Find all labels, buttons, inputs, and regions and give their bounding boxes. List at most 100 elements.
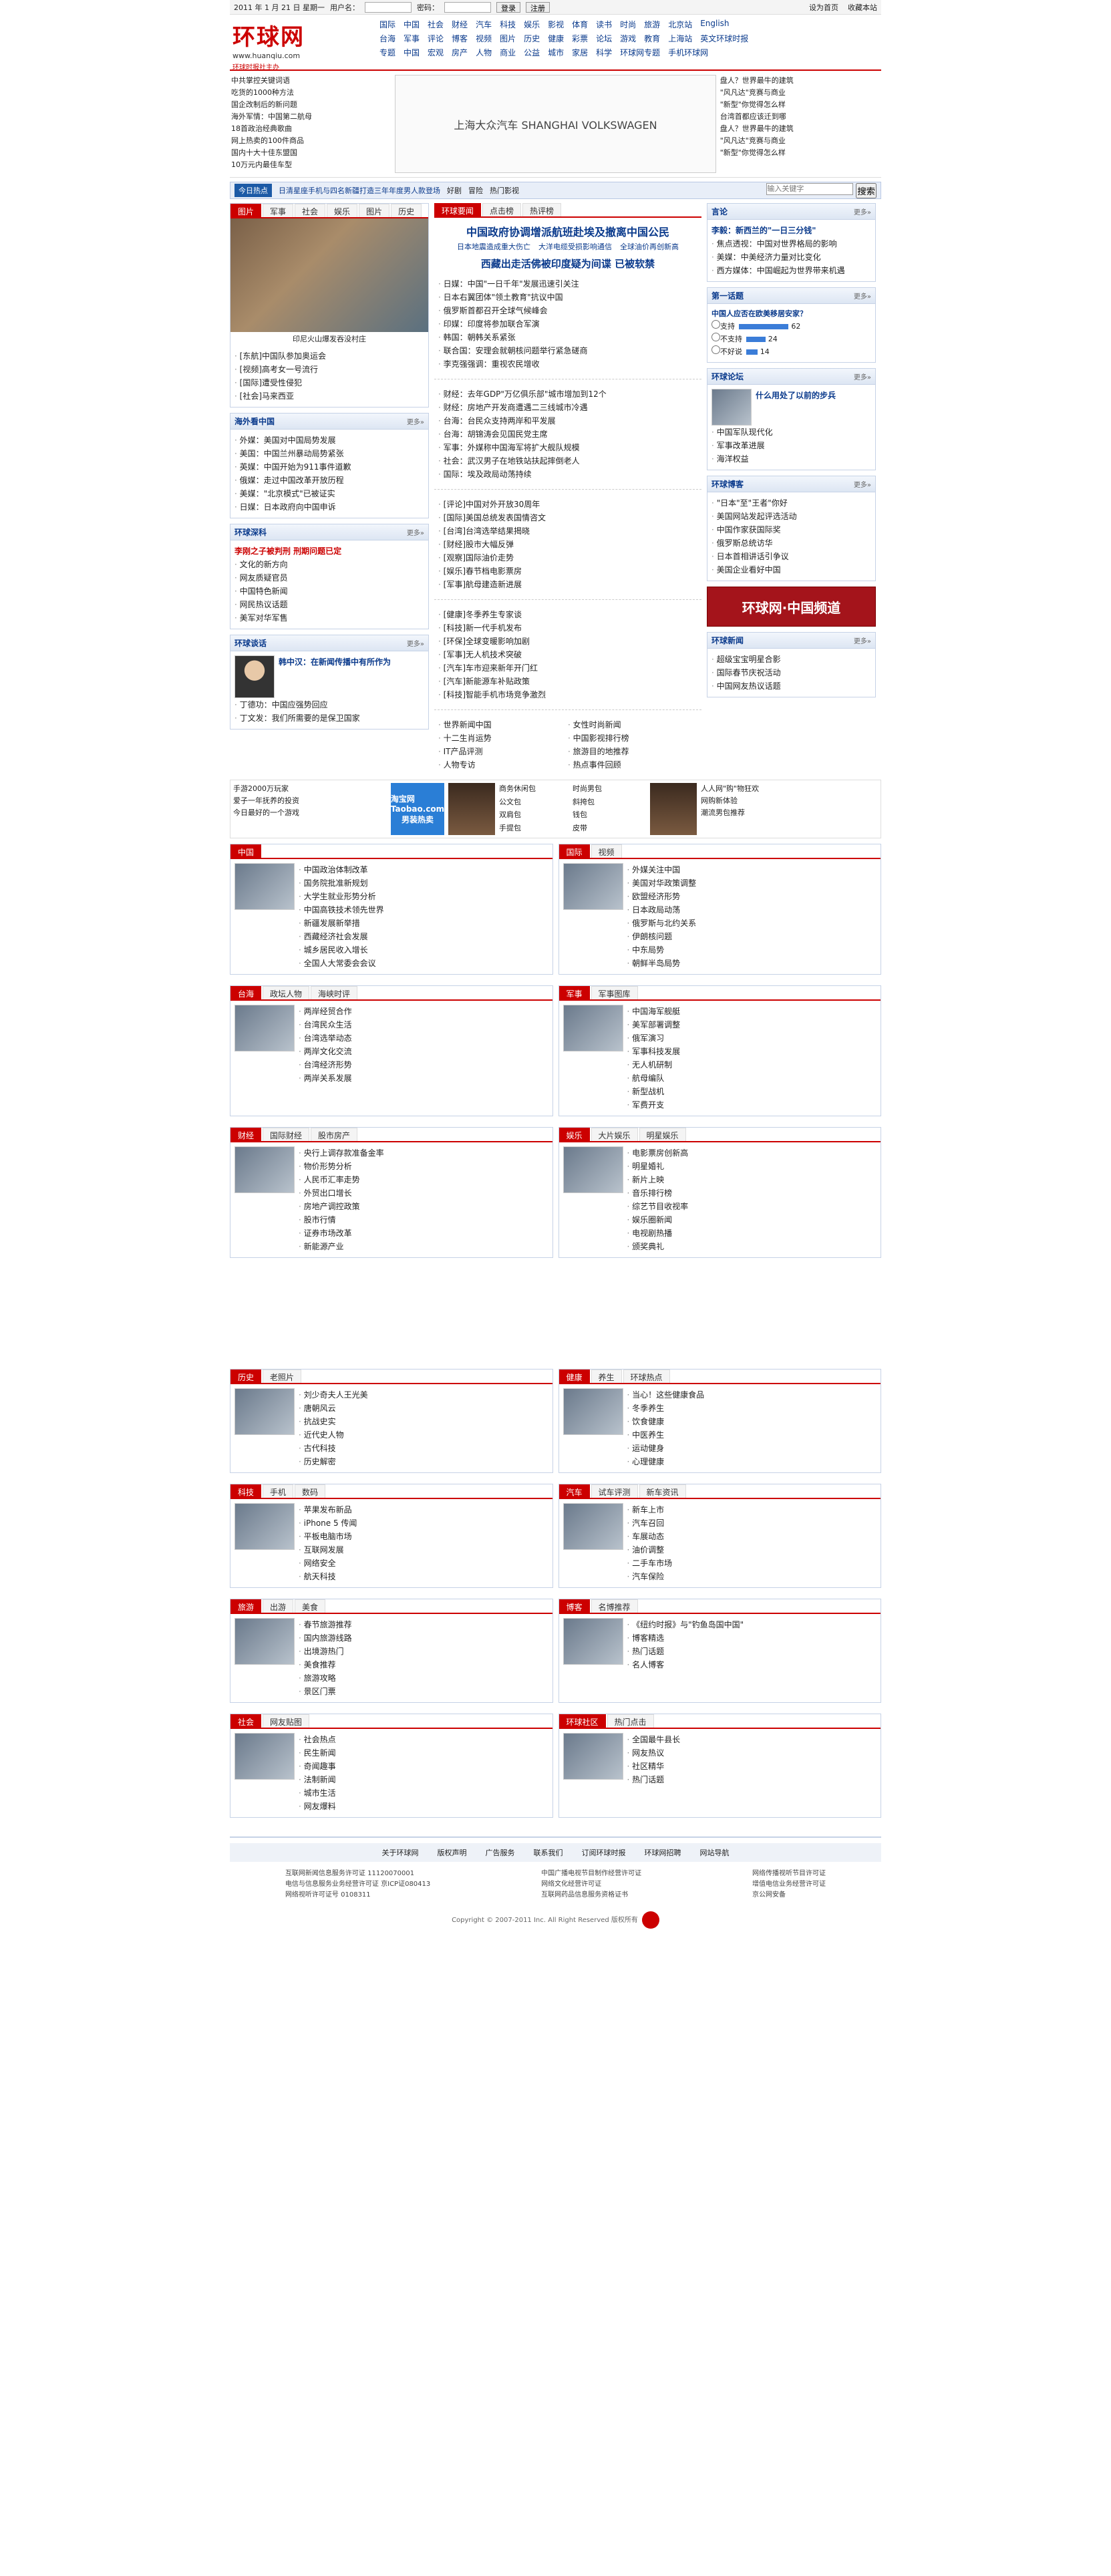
tab-item[interactable]: 股市房产 bbox=[311, 1128, 358, 1141]
nav-link[interactable]: 商业 bbox=[500, 47, 516, 58]
footer-nav-link[interactable]: 联系我们 bbox=[534, 1847, 563, 1858]
tab-item[interactable]: 军事 bbox=[559, 986, 590, 999]
nav-link[interactable]: 科技 bbox=[500, 19, 516, 30]
poll-radio[interactable] bbox=[711, 345, 720, 354]
news-item[interactable]: [环保]全球变暖影响加剧 bbox=[438, 635, 697, 648]
tab-item[interactable]: 名博推荐 bbox=[591, 1599, 638, 1613]
section-item[interactable]: 民生新闻 bbox=[299, 1746, 548, 1760]
more-link[interactable]: 更多» bbox=[854, 371, 871, 381]
hot-sub-link[interactable]: 冒险 bbox=[468, 185, 483, 196]
section-item[interactable]: 社区精华 bbox=[627, 1760, 877, 1773]
section-item[interactable]: 新型战机 bbox=[627, 1085, 877, 1098]
news-item[interactable]: [娱乐]春节档电影票房 bbox=[438, 565, 697, 578]
news-item[interactable]: [财经]股市大幅反弹 bbox=[438, 538, 697, 551]
nav-link[interactable]: 汽车 bbox=[476, 19, 492, 30]
section-item[interactable]: 苹果发布新品 bbox=[299, 1503, 548, 1516]
section-item[interactable]: 社会热点 bbox=[299, 1733, 548, 1746]
news-item[interactable]: 联合国：安理会就朝核问题举行紧急磋商 bbox=[438, 344, 697, 357]
section-item[interactable]: 热门话题 bbox=[627, 1773, 877, 1786]
list-item[interactable]: 中国特色新闻 bbox=[234, 585, 424, 598]
nav-link[interactable]: 彩票 bbox=[572, 33, 588, 44]
top-link[interactable]: 盘人？世界最牛的建筑 bbox=[720, 123, 880, 135]
list-item[interactable]: 俄罗斯总统访华 bbox=[711, 536, 871, 550]
goods-link[interactable]: 斜挎包 bbox=[573, 796, 646, 810]
news-item[interactable]: [军事]航母建造新进展 bbox=[438, 578, 697, 591]
tab-item[interactable]: 社会 bbox=[295, 204, 326, 217]
top-link[interactable]: 10万元内最佳车型 bbox=[231, 159, 391, 171]
section-thumb[interactable] bbox=[563, 1503, 623, 1550]
section-item[interactable]: 房地产调控政策 bbox=[299, 1200, 548, 1213]
section-item[interactable]: 综艺节目收视率 bbox=[627, 1200, 877, 1213]
goods-link[interactable]: 时尚男包 bbox=[573, 783, 646, 796]
poll-radio[interactable] bbox=[711, 320, 720, 329]
section-item[interactable]: 日本政局动荡 bbox=[627, 903, 877, 917]
news-item[interactable]: [科技]新一代手机发布 bbox=[438, 621, 697, 635]
section-thumb[interactable] bbox=[563, 1618, 623, 1665]
list-item[interactable]: 美国企业看好中国 bbox=[711, 563, 871, 577]
bag-image[interactable] bbox=[650, 783, 697, 835]
section-item[interactable]: 热门话题 bbox=[627, 1645, 877, 1658]
section-item[interactable]: 欧盟经济形势 bbox=[627, 890, 877, 903]
list-item[interactable]: 超级宝宝明星合影 bbox=[711, 653, 871, 666]
section-item[interactable]: 刘少奇夫人王光美 bbox=[299, 1388, 548, 1402]
goods-link[interactable]: 钱包 bbox=[573, 809, 646, 822]
nav-link[interactable]: 中国 bbox=[404, 19, 420, 30]
search-input[interactable] bbox=[766, 182, 854, 195]
nav-link[interactable]: 人物 bbox=[476, 47, 492, 58]
tab-item[interactable]: 老照片 bbox=[263, 1370, 302, 1383]
section-item[interactable]: 音乐排行榜 bbox=[627, 1186, 877, 1200]
section-item[interactable]: 台湾经济形势 bbox=[299, 1058, 548, 1072]
nav-link[interactable]: 影视 bbox=[548, 19, 564, 30]
tab-item[interactable]: 环球热点 bbox=[623, 1370, 670, 1383]
footer-nav-link[interactable]: 版权声明 bbox=[438, 1847, 467, 1858]
section-item[interactable]: 台湾民众生活 bbox=[299, 1018, 548, 1031]
china-channel-banner[interactable]: 环球网·中国频道 bbox=[707, 587, 876, 627]
section-thumb[interactable] bbox=[234, 1388, 295, 1435]
list-item[interactable]: 美国：中国兰州暴动局势紧张 bbox=[234, 447, 424, 460]
nav-link[interactable]: 评论 bbox=[428, 33, 444, 44]
top-link[interactable]: 吃货的1000种方法 bbox=[231, 87, 391, 99]
tab-item[interactable]: 试车评测 bbox=[591, 1484, 638, 1498]
nav-link[interactable]: 旅游 bbox=[644, 19, 660, 30]
nav-link[interactable]: 房产 bbox=[452, 47, 468, 58]
section-item[interactable]: 冬季养生 bbox=[627, 1402, 877, 1415]
tab-item[interactable]: 娱乐 bbox=[327, 204, 358, 217]
top-link[interactable]: 网上热卖的100件商品 bbox=[231, 135, 391, 147]
tab-item[interactable]: 中国 bbox=[230, 844, 262, 858]
section-item[interactable]: 证券市场改革 bbox=[299, 1227, 548, 1240]
list-item[interactable]: [国际]遭受性侵犯 bbox=[234, 376, 424, 389]
section-item[interactable]: 物价形势分析 bbox=[299, 1160, 548, 1173]
top-link[interactable]: 台湾首都应该迁到哪 bbox=[720, 111, 880, 123]
nav-link[interactable]: 环球网专题 bbox=[620, 47, 660, 58]
ad-link[interactable]: 人人网"购"物狂欢 bbox=[701, 783, 878, 795]
set-homepage-link[interactable]: 设为首页 bbox=[809, 2, 838, 13]
more-link[interactable]: 更多» bbox=[854, 635, 871, 645]
nav-link[interactable]: 手机环球网 bbox=[668, 47, 708, 58]
footer-nav-link[interactable]: 网站导航 bbox=[700, 1847, 730, 1858]
footer-nav-link[interactable]: 广告服务 bbox=[486, 1847, 515, 1858]
list-item[interactable]: 丁德功：中国应强势回应 bbox=[234, 698, 424, 711]
section-item[interactable]: 出境游热门 bbox=[299, 1645, 548, 1658]
section-item[interactable]: 近代史人物 bbox=[299, 1428, 548, 1442]
list-item[interactable]: 美媒："北京模式"已被证实 bbox=[234, 487, 424, 500]
news-item[interactable]: 女性时尚新闻 bbox=[568, 718, 697, 732]
top-link[interactable]: "新型"你觉得怎么样 bbox=[720, 99, 880, 111]
section-item[interactable]: 古代科技 bbox=[299, 1442, 548, 1455]
username-input[interactable] bbox=[364, 1, 412, 13]
nav-link[interactable]: 家居 bbox=[572, 47, 588, 58]
tab-item[interactable]: 明星娱乐 bbox=[639, 1128, 686, 1141]
section-thumb[interactable] bbox=[234, 1503, 295, 1550]
section-item[interactable]: 网友热议 bbox=[627, 1746, 877, 1760]
list-item[interactable]: 网民热议话题 bbox=[234, 598, 424, 611]
nav-link[interactable]: 宏观 bbox=[428, 47, 444, 58]
tab-item[interactable]: 点击榜 bbox=[482, 203, 522, 216]
more-link[interactable]: 更多» bbox=[407, 527, 424, 537]
tab-item[interactable]: 历史 bbox=[230, 1370, 262, 1383]
nav-link[interactable]: 城市 bbox=[548, 47, 564, 58]
nav-link[interactable]: 健康 bbox=[548, 33, 564, 44]
news-item[interactable]: [评论]中国对外开放30周年 bbox=[438, 498, 697, 511]
section-item[interactable]: 伊朗核问题 bbox=[627, 930, 877, 943]
list-item[interactable]: 丁文发：我们所需要的是保卫国家 bbox=[234, 711, 424, 725]
top-link[interactable]: 中共掌控关键词语 bbox=[231, 75, 391, 87]
nav-link[interactable]: 台海 bbox=[379, 33, 395, 44]
